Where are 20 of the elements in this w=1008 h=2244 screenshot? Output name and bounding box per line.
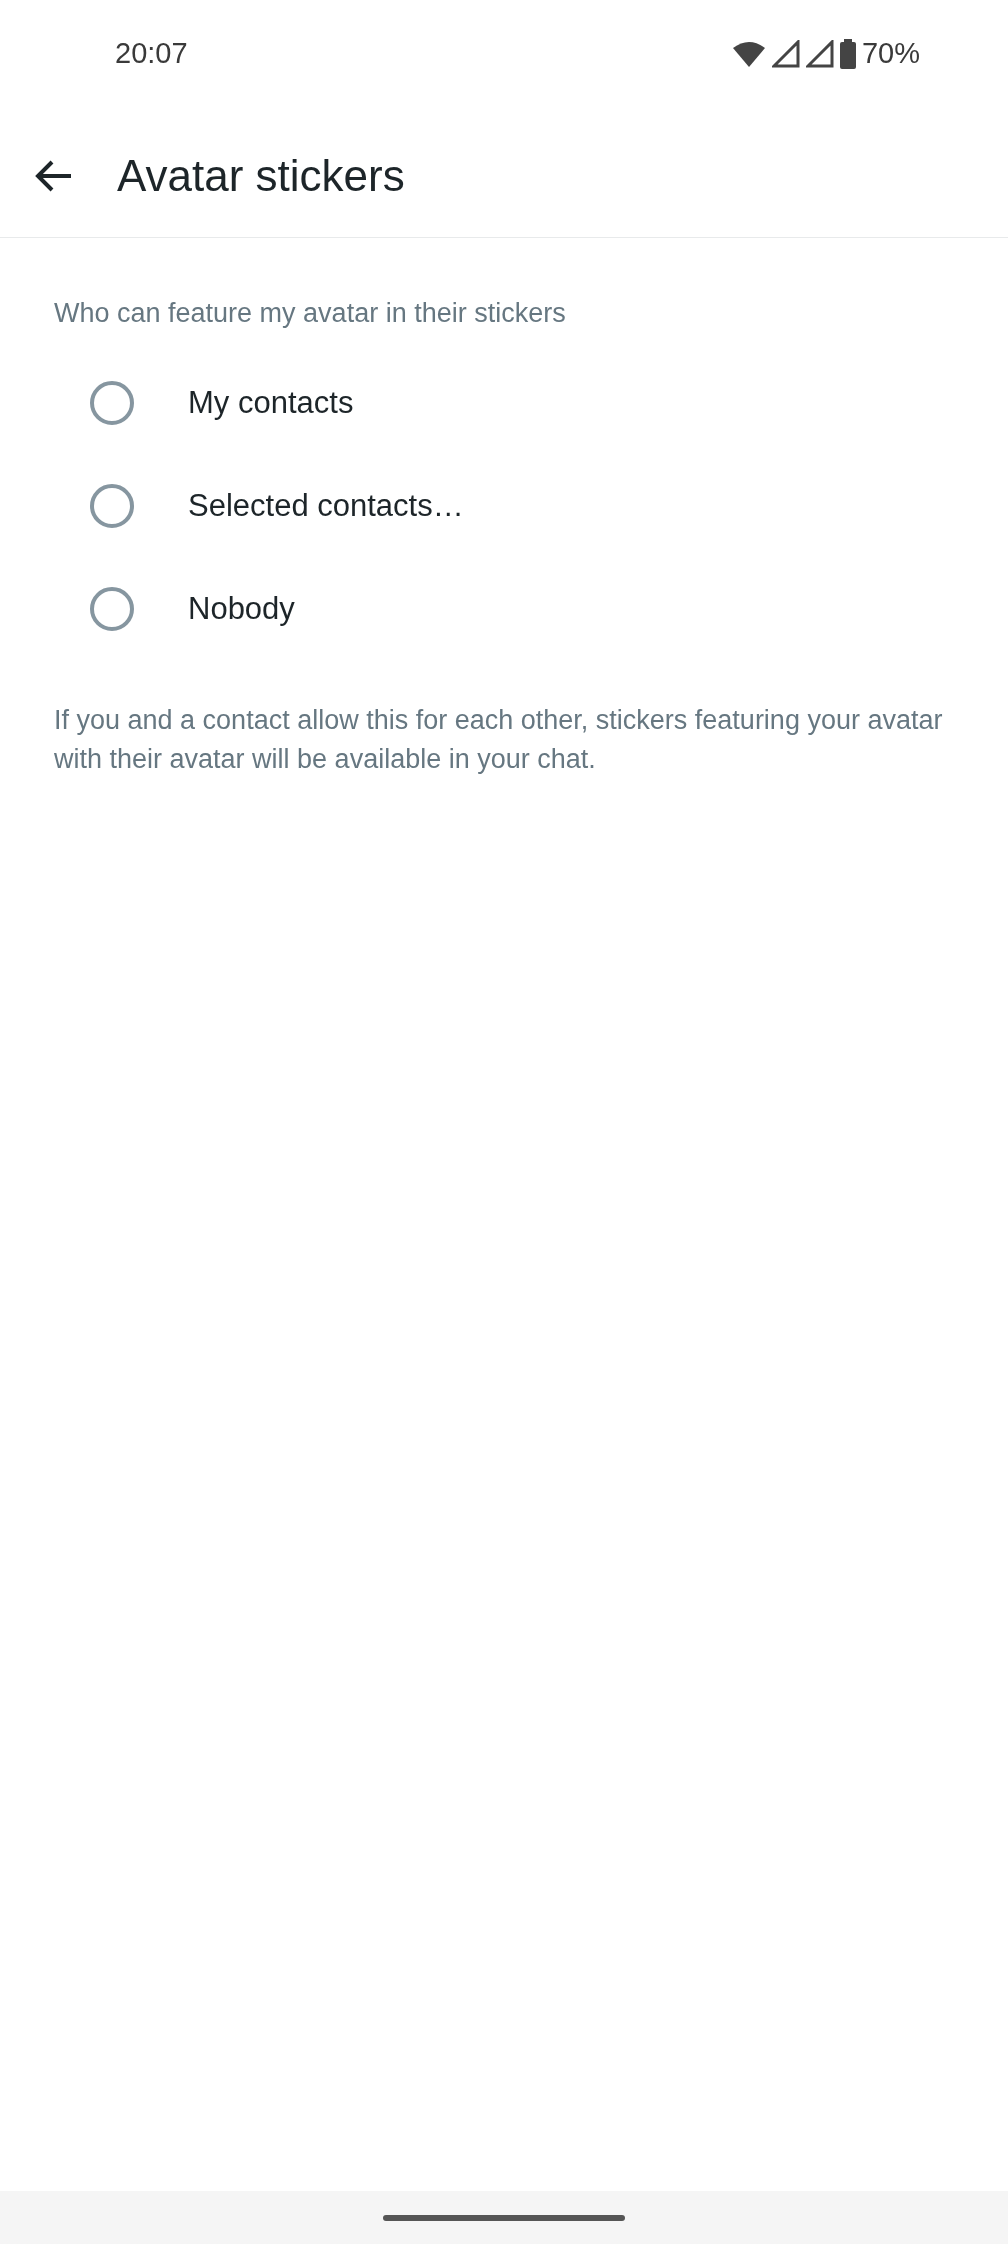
wifi-icon [731, 40, 766, 68]
radio-option[interactable]: Selected contacts… [0, 454, 1008, 558]
option-label: Nobody [188, 589, 295, 628]
signal-icon [771, 40, 800, 68]
radio-option[interactable]: Nobody [0, 557, 1008, 661]
back-arrow-icon [35, 158, 73, 193]
status-time: 20:07 [115, 36, 188, 72]
battery-percentage: 70% [861, 36, 920, 72]
radio-button[interactable] [90, 587, 134, 631]
option-label: My contacts [188, 383, 354, 422]
section-heading: Who can feature my avatar in their stickers [54, 297, 567, 330]
info-text: If you and a contact allow this for each other, stickers featuring your avatar with their avatar will be available in your chat. [54, 703, 944, 776]
signal-icon [805, 40, 834, 68]
screen-title: Avatar stickers [117, 149, 405, 202]
option-label: Selected contacts… [188, 486, 464, 525]
radio-button[interactable] [90, 484, 134, 528]
home-handle[interactable] [383, 2214, 625, 2221]
battery-icon [839, 39, 856, 69]
radio-button[interactable] [90, 381, 134, 425]
radio-option[interactable]: My contacts [0, 351, 1008, 455]
